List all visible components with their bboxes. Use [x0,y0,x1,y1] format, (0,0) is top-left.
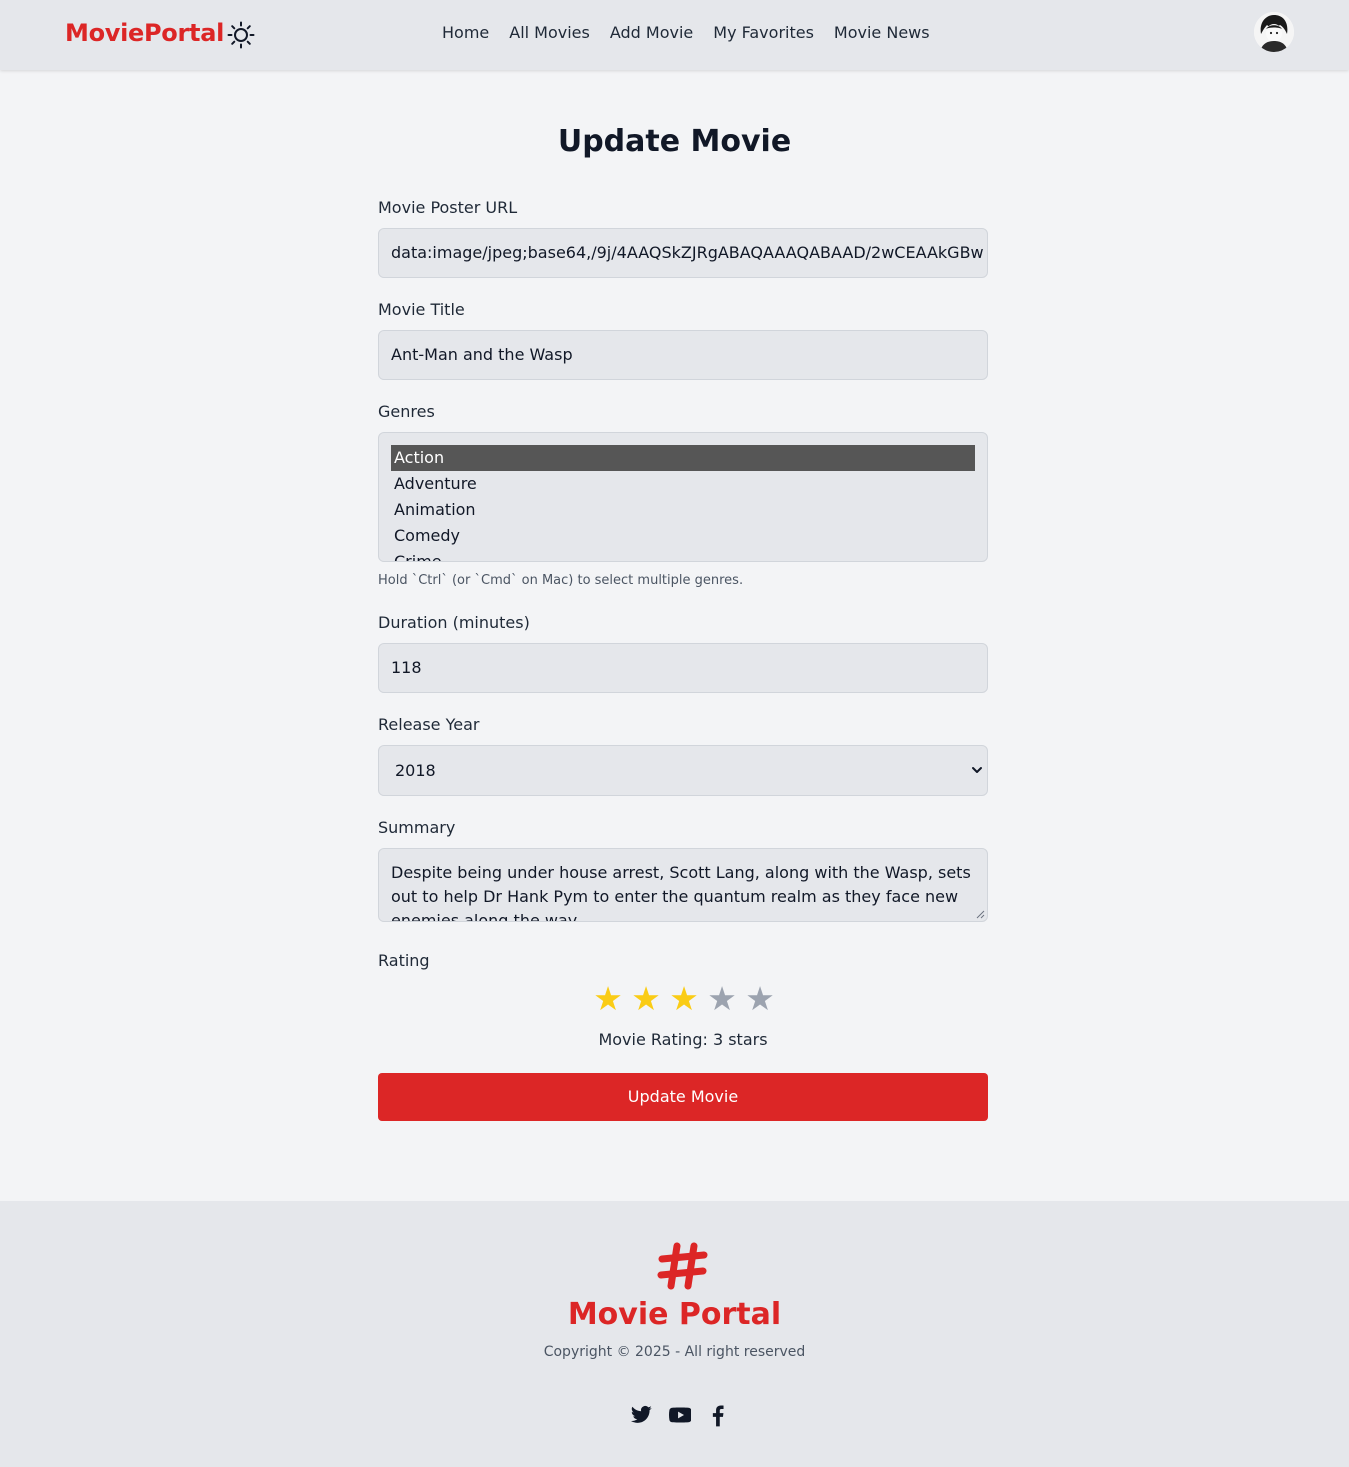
summary-label: Summary [378,818,456,837]
genres-hint: Hold `Ctrl` (or `Cmd` on Mac) to select … [378,573,744,588]
update-movie-button[interactable]: Update Movie [378,1073,988,1121]
movie-title-label: Movie Title [378,300,465,319]
facebook-icon[interactable] [707,1402,730,1428]
rating-label: Rating [378,951,430,970]
social-links [630,1402,730,1430]
star-rating: ★ ★ ★ ★ ★ [591,982,781,1016]
genre-option-crime[interactable]: Crime [391,549,975,561]
release-year-label: Release Year [378,715,480,734]
duration-label: Duration (minutes) [378,613,530,632]
nav-link-movie-news[interactable]: Movie News [834,23,930,42]
genre-option-animation[interactable]: Animation [391,497,975,523]
summary-textarea[interactable]: Despite being under house arrest, Scott … [378,848,988,922]
star-icon[interactable]: ★ [629,982,663,1016]
rating-text: Movie Rating: 3 stars [598,1030,768,1049]
youtube-icon[interactable] [668,1402,692,1428]
footer: Movie Portal Copyright © 2025 - All righ… [0,1201,1349,1467]
nav-link-my-favorites[interactable]: My Favorites [713,23,814,42]
genre-option-adventure[interactable]: Adventure [391,471,975,497]
star-icon[interactable]: ★ [743,982,777,1016]
poster-url-input[interactable]: data:image/jpeg;base64,/9j/4AAQSkZJRgABA… [378,228,988,278]
twitter-icon[interactable] [630,1402,653,1428]
poster-url-label: Movie Poster URL [378,198,518,217]
theme-toggle-sun-icon[interactable] [227,21,255,49]
star-icon[interactable]: ★ [591,982,625,1016]
release-year-value: 2018 [395,761,436,780]
release-year-select[interactable]: 2018 [378,745,988,796]
logo[interactable]: MoviePortal [65,19,224,47]
star-icon[interactable]: ★ [667,982,701,1016]
hashtag-logo-icon [657,1242,708,1290]
nav-link-add-movie[interactable]: Add Movie [610,23,693,42]
movie-title-input[interactable]: Ant-Man and the Wasp [378,330,988,380]
summary-text: Despite being under house arrest, Scott … [391,863,971,922]
genres-multiselect[interactable]: Action Adventure Animation Comedy Crime [378,432,988,562]
copyright-text: Copyright © 2025 - All right reserved [543,1344,806,1360]
page-title: Update Movie [557,124,792,159]
nav-link-all-movies[interactable]: All Movies [509,23,590,42]
footer-title: Movie Portal [567,1297,782,1332]
chevron-down-icon [972,767,982,773]
navbar: MoviePortal Home All Movies Add Movie My… [0,0,1349,70]
genres-label: Genres [378,402,435,421]
nav-links: Home All Movies Add Movie My Favorites M… [442,23,930,42]
genre-option-comedy[interactable]: Comedy [391,523,975,549]
user-avatar[interactable] [1254,12,1294,52]
duration-input[interactable]: 118 [378,643,988,693]
nav-link-home[interactable]: Home [442,23,489,42]
genre-option-action[interactable]: Action [391,445,975,471]
star-icon[interactable]: ★ [705,982,739,1016]
resize-handle-icon[interactable] [975,909,985,919]
